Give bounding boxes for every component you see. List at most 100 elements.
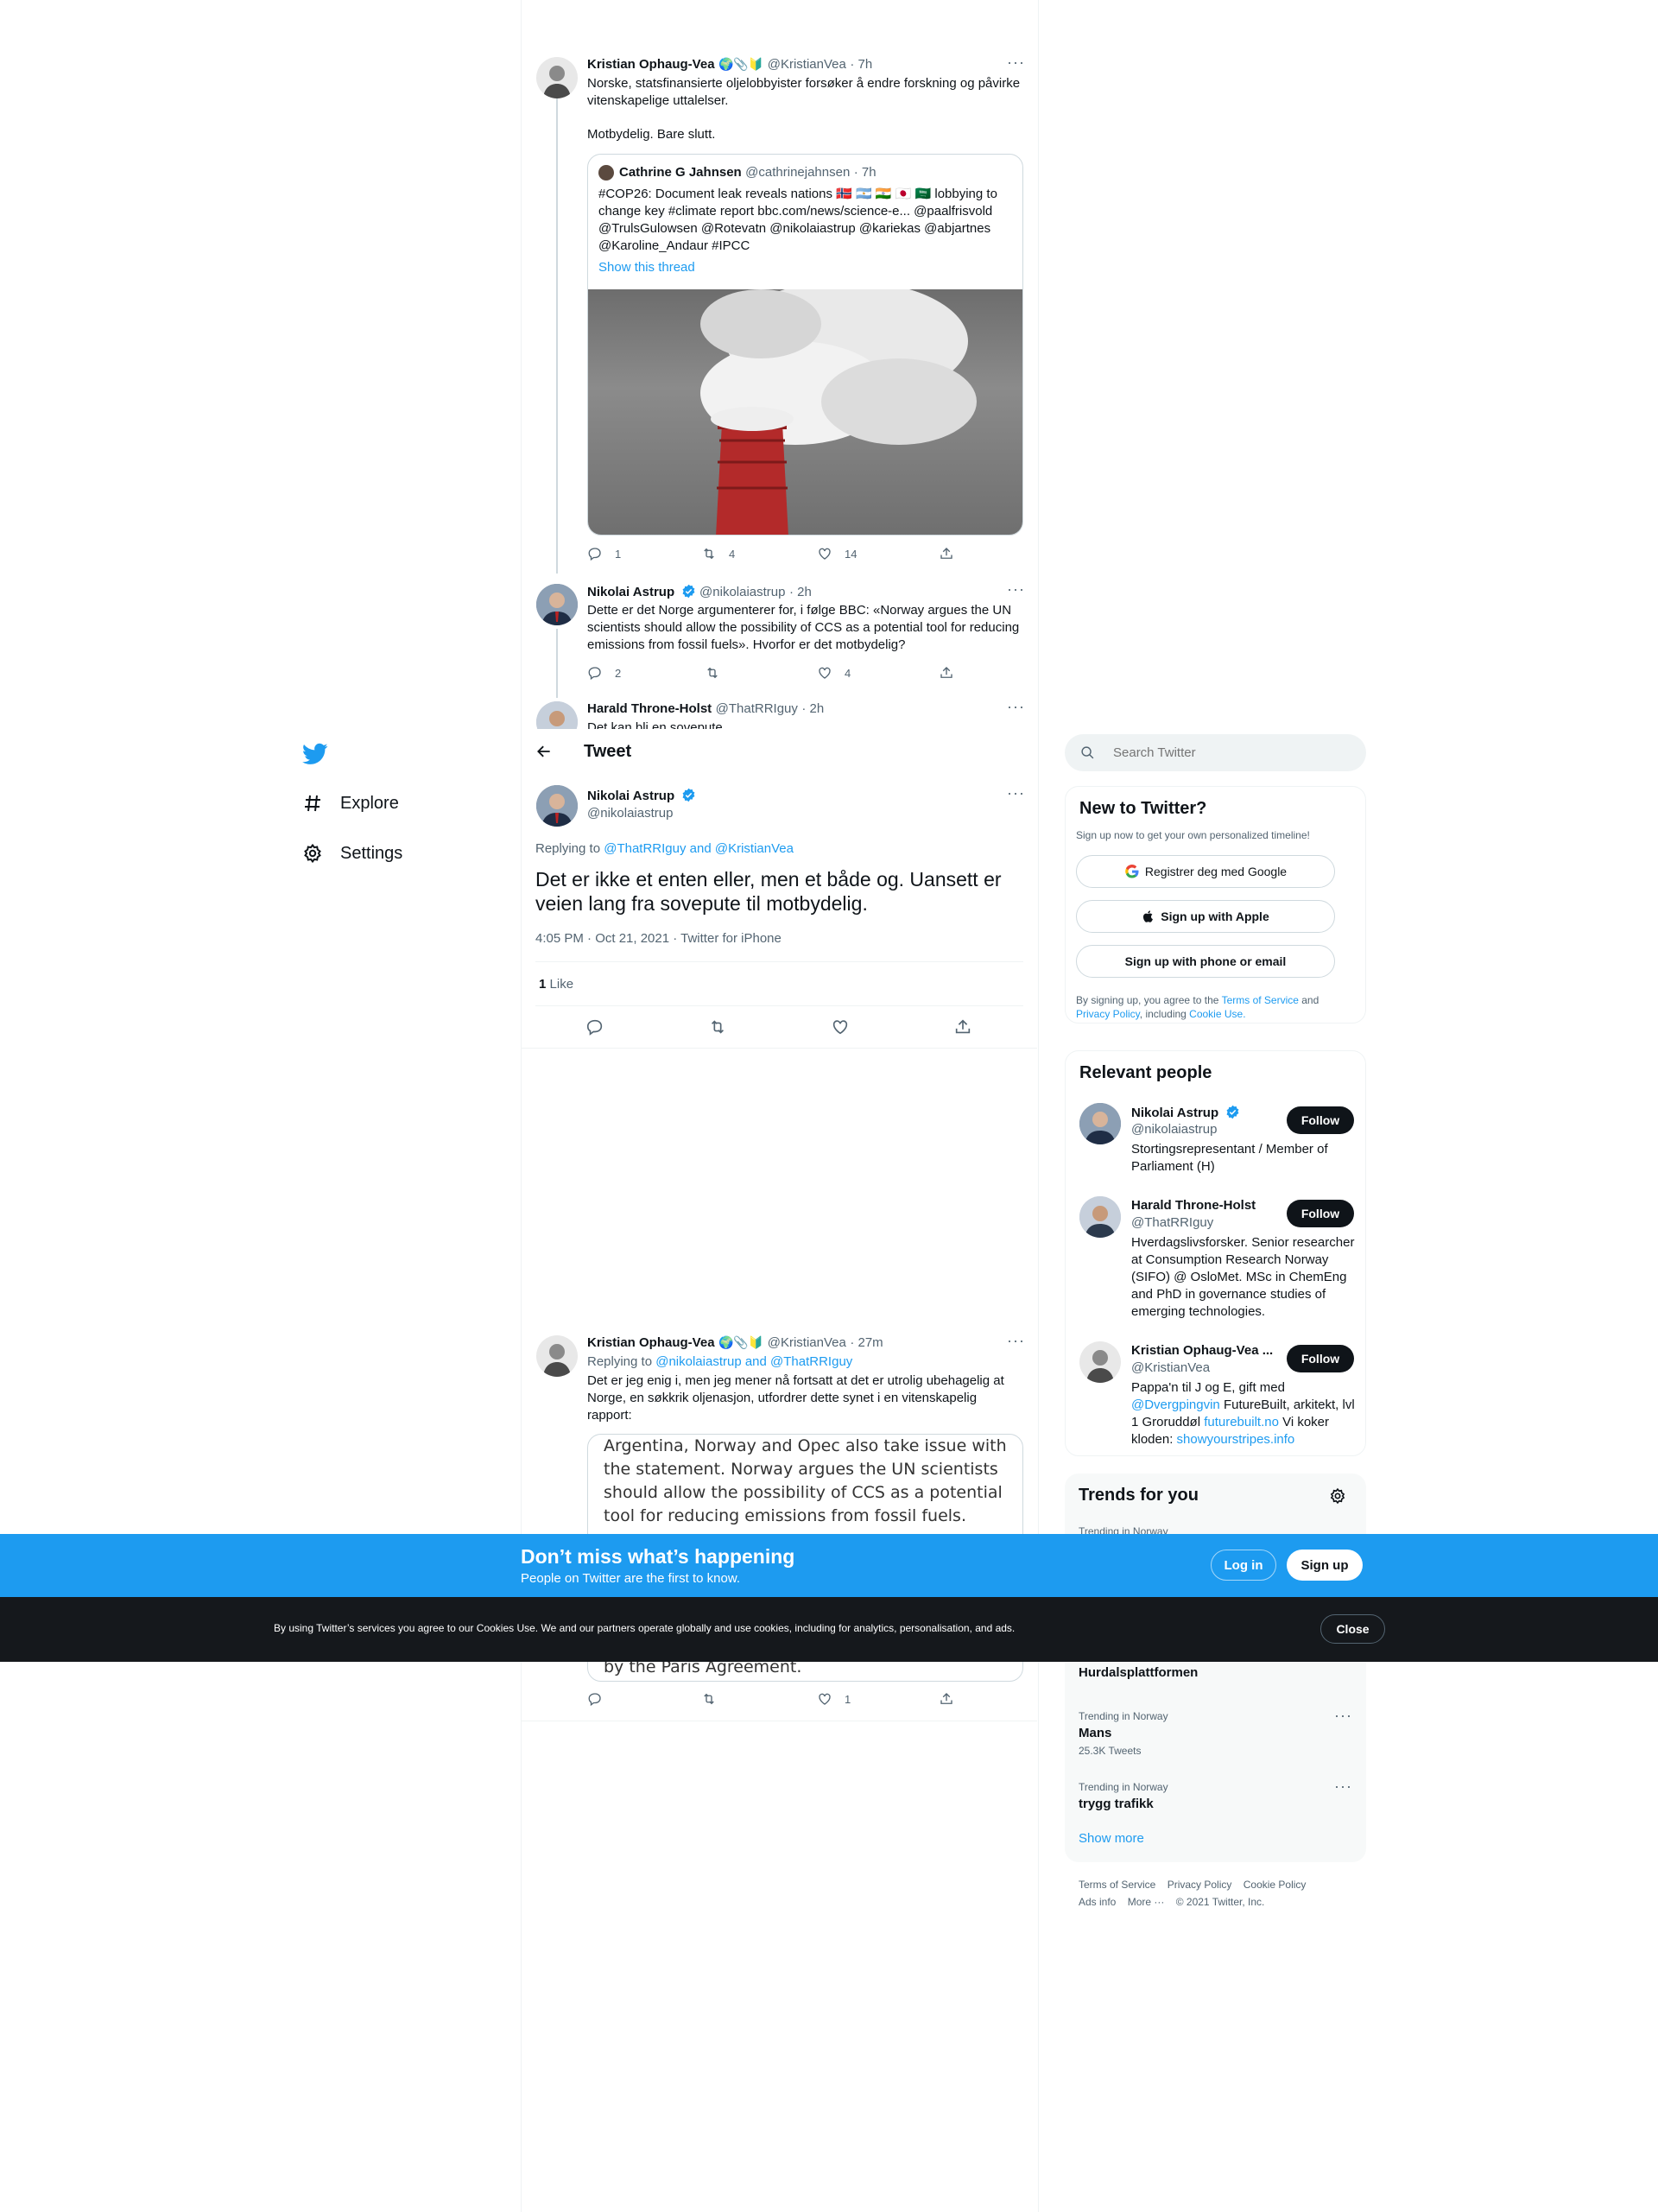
main-replying-prefix: Replying to [535,841,604,856]
trend-more-icon[interactable]: ··· [1334,1778,1352,1796]
relevant-name-3[interactable]: Kristian Ophaug-Vea ... [1131,1343,1273,1358]
terms-cookie-link[interactable]: Cookie Use. [1189,1008,1245,1020]
divider [535,961,1023,962]
avatar-nikolai[interactable] [536,584,578,625]
tweet2-time[interactable]: · 2h [789,585,812,599]
reply-reply-button[interactable] [587,1691,603,1707]
banner-signup-button[interactable]: Sign up [1287,1550,1363,1581]
banner-login-button[interactable]: Log in [1211,1550,1276,1581]
main-like-label: Like [549,977,574,992]
tweet3-more-icon[interactable]: ··· [1007,698,1025,716]
tweet3-name[interactable]: Harald Throne-Holst [587,701,712,716]
reply-time[interactable]: · 27m [850,1335,883,1350]
tweet1-handle[interactable]: @KristianVea [768,57,846,72]
tweet1-share-button[interactable] [939,546,954,561]
tweet1-time[interactable]: · 7h [850,57,872,72]
tweet2-handle[interactable]: @nikolaiastrup [699,585,785,599]
tweet2-reply-count: 2 [615,666,622,680]
tweet2-retweet-button[interactable] [705,665,720,681]
main-share-button[interactable] [953,1017,972,1041]
back-arrow-icon[interactable] [535,743,553,760]
nav-settings[interactable]: Settings [302,843,402,864]
relevant-avatar-nikolai[interactable] [1079,1103,1121,1144]
trend-item-trygg-trafikk[interactable]: Trending in Norway trygg trafikk ··· [1065,1771,1366,1822]
footer-cookie-link[interactable]: Cookie Policy [1244,1879,1307,1891]
reply-replying-to-link[interactable]: @nikolaiastrup and @ThatRRIguy [655,1354,852,1369]
relevant-name-row-1[interactable]: Nikolai Astrup [1131,1105,1240,1121]
reply-like-button[interactable]: 1 [817,1691,851,1707]
quote-time: · 7h [853,165,876,180]
reply-more-icon[interactable]: ··· [1007,1332,1025,1350]
main-tweet-meta[interactable]: 4:05 PM · Oct 21, 2021 · Twitter for iPh… [535,931,782,946]
relevant-handle-2[interactable]: @ThatRRIguy [1131,1215,1213,1230]
reply-avatar-kristian[interactable] [536,1335,578,1377]
tweet1-reply-button[interactable]: 1 [587,546,621,561]
quote-handle: @cathrinejahnsen [745,165,851,180]
heart-icon [819,667,831,679]
tweet1-like-button[interactable]: 14 [817,546,857,561]
reply-name[interactable]: Kristian Ophaug-Vea [587,1335,715,1350]
relevant-bio-3: Pappa'n til J og E, gift med @Dvergpingv… [1131,1379,1357,1448]
quoted-tweet-card[interactable]: Cathrine G Jahnsen @cathrinejahnsen · 7h… [587,154,1023,536]
quote-show-thread[interactable]: Show this thread [598,260,695,275]
main-tweet-more-icon[interactable]: ··· [1007,784,1025,802]
reply-handle[interactable]: @KristianVea [768,1335,846,1350]
apple-signup-button[interactable]: Sign up with Apple [1076,900,1335,933]
follow-button-3[interactable]: Follow [1287,1345,1354,1372]
main-tweet-name-row[interactable]: Nikolai Astrup [587,788,696,804]
main-tweet-handle[interactable]: @nikolaiastrup [587,806,673,821]
footer-tos-link[interactable]: Terms of Service [1079,1879,1155,1891]
trend-more-icon[interactable]: ··· [1334,1707,1352,1725]
relevant-name-2[interactable]: Harald Throne-Holst [1131,1198,1256,1213]
follow-button-1[interactable]: Follow [1287,1106,1354,1134]
tweet1-retweet-count: 4 [729,547,736,561]
search-input[interactable] [1113,734,1355,771]
main-retweet-button[interactable] [708,1017,727,1041]
google-signup-button[interactable]: Registrer deg med Google [1076,855,1335,888]
main-tweet-likes-stat[interactable]: 1 Like [539,977,573,992]
trend-item-mans[interactable]: Trending in Norway Mans 25.3K Tweets ··· [1065,1700,1366,1764]
reply-retweet-button[interactable] [701,1691,717,1707]
footer-more-link[interactable]: More ··· [1128,1896,1165,1908]
tweet1-name[interactable]: Kristian Ophaug-Vea [587,57,715,72]
quote-image-smokestack[interactable] [588,281,1022,535]
tweet2-name[interactable]: Nikolai Astrup [587,585,674,599]
tweet2-more-icon[interactable]: ··· [1007,580,1025,599]
main-like-button[interactable] [831,1017,850,1041]
bio3-link-showyourstripes[interactable]: showyourstripes.info [1177,1432,1295,1447]
relevant-avatar-kristian[interactable] [1079,1341,1121,1383]
main-reply-button[interactable] [585,1017,604,1041]
footer-privacy-link[interactable]: Privacy Policy [1168,1879,1232,1891]
nav-explore[interactable]: Explore [302,793,399,814]
tweet3-time[interactable]: · 2h [801,701,824,716]
tweet2-share-button[interactable] [939,665,954,681]
column-border-left [521,0,522,2212]
phone-signup-button[interactable]: Sign up with phone or email [1076,945,1335,978]
terms-privacy-link[interactable]: Privacy Policy [1076,1008,1140,1020]
bio3-link-futurebuilt[interactable]: futurebuilt.no [1204,1415,1279,1429]
cookie-close-button[interactable]: Close [1320,1614,1385,1644]
relevant-avatar-harald[interactable] [1079,1196,1121,1238]
relevant-handle-1[interactable]: @nikolaiastrup [1131,1122,1217,1137]
tweet1-more-icon[interactable]: ··· [1007,54,1025,72]
tweet3-text: Det kan bli en sovepute [587,720,723,729]
tweet2-like-button[interactable]: 4 [817,665,851,681]
tweet2-reply-button[interactable]: 2 [587,665,621,681]
bio3-link-dvergpingvin[interactable]: @Dvergpingvin [1131,1398,1220,1412]
avatar-kristian[interactable] [536,57,578,98]
footer-ads-link[interactable]: Ads info [1079,1896,1116,1908]
twitter-logo-icon[interactable] [302,741,328,767]
relevant-handle-3[interactable]: @KristianVea [1131,1360,1210,1375]
search-bar[interactable] [1065,734,1366,771]
trend-hurdalsplattformen[interactable]: Hurdalsplattformen [1079,1665,1198,1680]
main-replying-to-link[interactable]: @ThatRRIguy and @KristianVea [604,841,794,856]
tweet1-retweet-button[interactable]: 4 [701,546,735,561]
trends-settings-gear-icon[interactable] [1329,1487,1346,1505]
reply-share-button[interactable] [939,1691,954,1707]
follow-button-2[interactable]: Follow [1287,1200,1354,1227]
terms-tos-link[interactable]: Terms of Service [1222,994,1299,1006]
trends-show-more[interactable]: Show more [1079,1831,1144,1846]
tweet3-handle[interactable]: @ThatRRIguy [716,701,798,716]
main-avatar-nikolai[interactable] [536,785,578,827]
avatar-harald[interactable] [536,701,578,729]
